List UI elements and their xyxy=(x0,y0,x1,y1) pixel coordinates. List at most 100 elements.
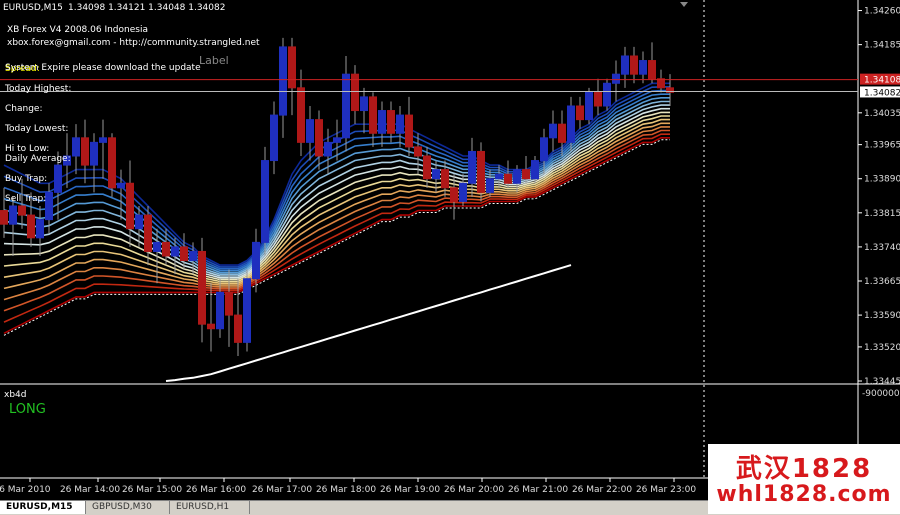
label-object: Label xyxy=(199,54,229,67)
candle-body xyxy=(432,169,440,180)
candle-body xyxy=(513,169,521,184)
candle-body xyxy=(162,241,170,257)
candle-body xyxy=(234,314,242,343)
candle-body xyxy=(72,137,80,157)
change-label: Change: xyxy=(5,104,43,114)
y-tick-label: 1.34035 xyxy=(864,109,900,119)
candle-body xyxy=(153,241,161,252)
y-tick-label: 1.33445 xyxy=(864,377,900,387)
y-tick-label: 1.34185 xyxy=(864,41,900,51)
x-tick-label: 26 Mar 16:00 xyxy=(186,485,246,495)
candle-body xyxy=(495,173,503,180)
indicator-scale-label: -900000 xyxy=(862,389,900,399)
candle-body xyxy=(324,141,332,157)
candle-body xyxy=(9,205,17,225)
candle-body xyxy=(297,87,305,143)
candle-body xyxy=(207,323,215,330)
x-tick-label: 26 Mar 19:00 xyxy=(380,485,440,495)
candle-body xyxy=(531,160,539,180)
y-tick-label: 1.33520 xyxy=(864,343,900,353)
y-tick-label: 1.34260 xyxy=(864,7,900,17)
candle-body xyxy=(135,214,143,230)
candle-body xyxy=(216,291,224,330)
candle-body xyxy=(594,91,602,107)
candle-body xyxy=(486,178,494,193)
tab-eurusd-m15[interactable]: EURUSD,M15 xyxy=(0,501,86,514)
candle-body xyxy=(603,82,611,107)
candle-body xyxy=(252,241,260,280)
daily-average-label: Daily Average: xyxy=(5,154,71,164)
candle-body xyxy=(558,123,566,143)
watermark-line-2: whl1828.com xyxy=(716,482,892,507)
price-chart[interactable]: 1.34260 1.34185 1.34035 1.33965 1.33890 1.338… xyxy=(0,0,900,514)
x-tick-label: 26 Mar 23:00 xyxy=(636,485,696,495)
indicator-name: xb4d xyxy=(4,390,27,400)
candle-body xyxy=(378,110,386,134)
candle-body xyxy=(261,160,269,243)
candle-body xyxy=(171,246,179,257)
tab-eurusd-h1[interactable]: EURUSD,H1 xyxy=(170,501,250,514)
candle-body xyxy=(576,105,584,121)
candle-body xyxy=(567,105,575,143)
x-tick-label: 26 Mar 18:00 xyxy=(316,485,376,495)
candle-body xyxy=(585,91,593,121)
x-tick-label: 26 Mar 15:00 xyxy=(122,485,182,495)
y-tick-label: 1.33815 xyxy=(864,209,900,219)
expire-notice: System Expire please download the update xyxy=(5,63,201,73)
slow-ma-line xyxy=(165,264,572,382)
mt4-terminal: 1.34260 1.34185 1.34035 1.33965 1.33890 1.338… xyxy=(0,0,900,515)
candle-body xyxy=(90,141,98,166)
candle-body xyxy=(126,182,134,230)
candle-body xyxy=(108,137,116,189)
candle-body xyxy=(360,96,368,112)
today-lowest-label: Today Lowest: xyxy=(5,124,69,134)
buy-trap-label: Buy Trap: xyxy=(5,174,48,184)
candle-body xyxy=(630,55,638,75)
candle-body xyxy=(612,73,620,84)
candle-body xyxy=(477,150,485,193)
candle-body xyxy=(648,60,656,80)
candle-body xyxy=(315,119,323,157)
candle-body xyxy=(243,278,251,343)
candle-body xyxy=(333,137,341,143)
candle-body xyxy=(225,291,233,316)
candle-body xyxy=(144,214,152,252)
y-tick-label: 1.33740 xyxy=(864,243,900,253)
info-line-2: xbox.forex@gmail.com - http://community.… xyxy=(7,38,260,48)
chart-shift-marker xyxy=(680,2,688,7)
candle-body xyxy=(27,214,35,239)
candle-body xyxy=(621,55,629,75)
long-signal-text: LONG xyxy=(9,402,46,417)
candle-body xyxy=(189,250,197,262)
candle-body xyxy=(639,60,647,75)
candle-body xyxy=(441,169,449,189)
x-tick-label: 26 Mar 14:00 xyxy=(60,485,120,495)
candle-body xyxy=(342,73,350,139)
candle-body xyxy=(36,219,44,239)
candle-body xyxy=(450,187,458,202)
today-highest-label: Today Highest: xyxy=(5,84,72,94)
candle-body xyxy=(414,146,422,157)
candle-body xyxy=(81,137,89,166)
candle-body xyxy=(279,46,287,116)
candle-body xyxy=(45,191,53,221)
candle-body xyxy=(306,119,314,143)
candle-body xyxy=(387,110,395,134)
candle-body xyxy=(288,46,296,89)
candles xyxy=(0,37,674,356)
candle-body xyxy=(369,96,377,134)
tab-gbpusd-m30[interactable]: GBPUSD,M30 xyxy=(86,501,170,514)
y-tick-label: 1.33665 xyxy=(864,277,900,287)
hi-to-low-label: Hi to Low: xyxy=(5,144,50,154)
site-watermark: 武汉1828 whl1828.com xyxy=(708,444,900,514)
candle-body xyxy=(198,250,206,325)
chart-symbol: EURUSD,M15 xyxy=(3,3,63,13)
candle-body xyxy=(18,205,26,216)
candle-body xyxy=(117,182,125,189)
candle-body xyxy=(459,182,467,202)
x-tick-label: 26 Mar 2010 xyxy=(0,485,51,495)
candle-body xyxy=(405,114,413,148)
high-price-tag: 1.34108 xyxy=(864,76,900,86)
info-line-1: XB Forex V4 2008.06 Indonesia xyxy=(7,25,148,35)
candle-body xyxy=(99,137,107,143)
